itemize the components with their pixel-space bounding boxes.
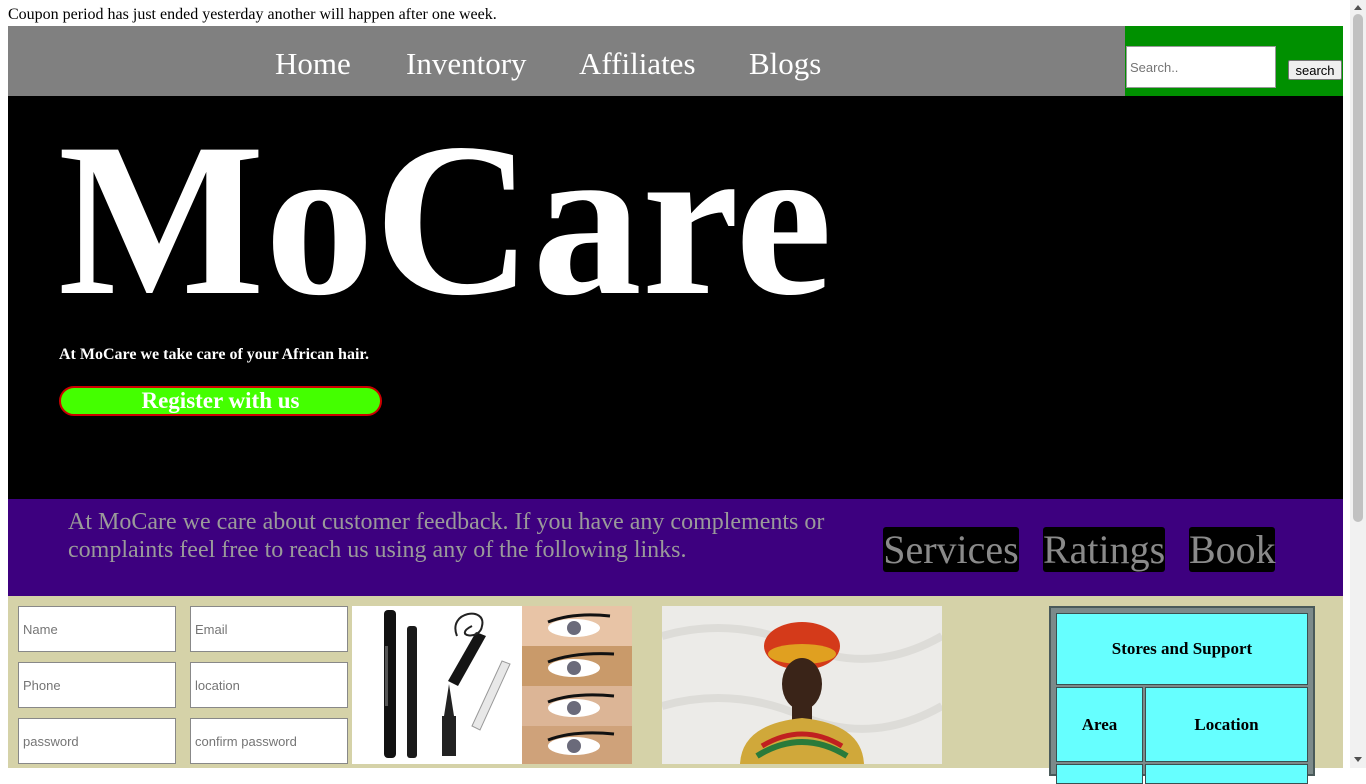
- feedback-section: At MoCare we care about customer feedbac…: [8, 499, 1343, 596]
- page-scrollbar[interactable]: [1350, 0, 1366, 768]
- eyeliner-product-image: [352, 606, 632, 764]
- feedback-text: At MoCare we care about customer feedbac…: [68, 509, 825, 563]
- search-input[interactable]: [1126, 46, 1276, 88]
- register-button[interactable]: Register with us: [59, 386, 382, 416]
- brand-title: MoCare: [58, 99, 833, 341]
- phone-field[interactable]: [18, 662, 176, 708]
- ratings-link[interactable]: Ratings: [1043, 527, 1165, 572]
- coupon-notice: Coupon period has just ended yesterday a…: [8, 6, 497, 23]
- hero-tagline: At MoCare we take care of your African h…: [59, 346, 370, 363]
- scrollbar-thumb[interactable]: [1353, 14, 1363, 522]
- email-field[interactable]: [190, 606, 348, 652]
- search-button[interactable]: search: [1288, 60, 1342, 80]
- search-bar: search: [1125, 26, 1343, 96]
- password-field[interactable]: [18, 718, 176, 764]
- nav-inventory[interactable]: Inventory: [406, 46, 527, 82]
- stores-support-table: Stores and Support Area Location: [1049, 606, 1315, 784]
- location-column-header: Location: [1145, 687, 1308, 762]
- lower-section: Stores and Support Area Location: [8, 596, 1343, 784]
- nav-affiliates[interactable]: Affiliates: [579, 46, 696, 82]
- location-field[interactable]: [190, 662, 348, 708]
- table-row: [1056, 764, 1143, 784]
- confirm-password-field[interactable]: [190, 718, 348, 764]
- stores-table-title: Stores and Support: [1056, 613, 1308, 685]
- hero-section: MoCare At MoCare we take care of your Af…: [8, 96, 1343, 499]
- top-nav: Home Inventory Affiliates Blogs: [8, 26, 1125, 96]
- book-link[interactable]: Book: [1189, 527, 1276, 572]
- area-column-header: Area: [1056, 687, 1143, 762]
- scroll-down-icon[interactable]: [1354, 757, 1362, 762]
- services-link[interactable]: Services: [883, 527, 1019, 572]
- nav-blogs[interactable]: Blogs: [749, 46, 821, 82]
- nav-home[interactable]: Home: [275, 46, 351, 82]
- name-field[interactable]: [18, 606, 176, 652]
- scroll-up-icon[interactable]: [1354, 5, 1362, 10]
- table-row: [1145, 764, 1308, 784]
- portrait-image: [662, 606, 942, 764]
